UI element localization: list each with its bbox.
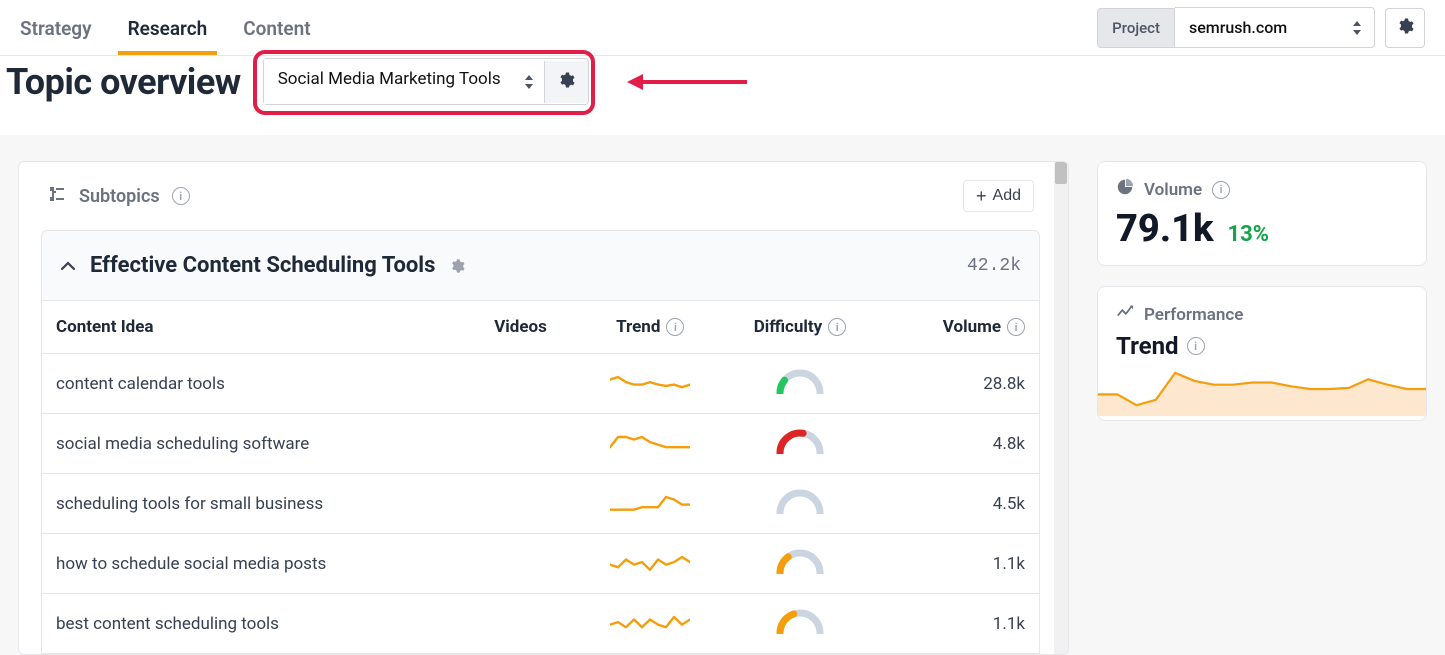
videos-cell [461, 414, 581, 474]
volume-cell: 1.1k [880, 534, 1040, 594]
volume-change: 13% [1228, 222, 1270, 247]
difficulty-cell [720, 534, 880, 594]
info-icon[interactable]: i [1187, 337, 1205, 355]
add-button-label: Add [993, 187, 1021, 205]
info-icon[interactable]: i [666, 318, 684, 336]
idea-cell: scheduling tools for small business [42, 474, 461, 534]
add-subtopic-button[interactable]: + Add [963, 180, 1034, 212]
table-row[interactable]: content calendar tools 28.8k [42, 354, 1040, 414]
plus-icon: + [976, 187, 987, 205]
info-icon[interactable]: i [1212, 181, 1230, 199]
volume-value: 79.1k [1116, 207, 1214, 251]
videos-cell [461, 534, 581, 594]
subtopic-group-title: Effective Content Scheduling Tools [90, 253, 435, 278]
col-trend[interactable]: Trendi [580, 301, 720, 354]
performance-trend-chart [1098, 362, 1426, 416]
difficulty-cell [720, 474, 880, 534]
table-row[interactable]: scheduling tools for small business 4.5k [42, 474, 1040, 534]
annotation-arrow-icon [627, 72, 747, 92]
difficulty-cell [720, 414, 880, 474]
top-tabs: Strategy Research Content [20, 1, 1097, 54]
idea-cell: social media scheduling software [42, 414, 461, 474]
performance-card: Performance Trend i [1097, 286, 1427, 421]
idea-cell: how to schedule social media posts [42, 534, 461, 594]
table-row[interactable]: social media scheduling software 4.8k [42, 414, 1040, 474]
topic-select[interactable]: Social Media Marketing Tools [264, 59, 544, 104]
volume-card: Volume i 79.1k 13% [1097, 161, 1427, 266]
table-row[interactable]: how to schedule social media posts 1.1k [42, 534, 1040, 594]
videos-cell [461, 354, 581, 414]
project-label: Project [1097, 8, 1175, 48]
tab-research[interactable]: Research [128, 1, 208, 54]
volume-cell: 28.8k [880, 354, 1040, 414]
videos-cell [461, 594, 581, 654]
col-videos[interactable]: Videos [461, 301, 581, 354]
tab-content[interactable]: Content [243, 1, 310, 54]
subtopics-icon [47, 184, 67, 209]
project-select[interactable]: semrush.com [1175, 7, 1375, 48]
volume-cell: 4.8k [880, 414, 1040, 474]
subtopic-group-settings-button[interactable] [449, 258, 465, 274]
subtopics-heading: Subtopics [79, 186, 160, 207]
project-select-value: semrush.com [1189, 18, 1287, 37]
sort-caret-icon [524, 75, 534, 89]
volume-cell: 1.1k [880, 594, 1040, 654]
subtopic-group-header[interactable]: Effective Content Scheduling Tools 42.2k [41, 230, 1040, 301]
difficulty-cell [720, 594, 880, 654]
scrollbar[interactable] [1054, 162, 1068, 654]
performance-trend-label: Trend [1116, 332, 1179, 360]
trend-cell [580, 354, 720, 414]
idea-cell: content calendar tools [42, 354, 461, 414]
col-content-idea[interactable]: Content Idea [42, 301, 461, 354]
subtopic-group-volume: 42.2k [967, 256, 1021, 276]
trend-cell [580, 414, 720, 474]
volume-label: Volume [1144, 180, 1202, 200]
volume-cell: 4.5k [880, 474, 1040, 534]
page-title: Topic overview [6, 61, 241, 103]
ideas-table: Content Idea Videos Trendi Difficultyi V… [41, 301, 1040, 654]
topic-select-value: Social Media Marketing Tools [278, 69, 501, 89]
col-volume[interactable]: Volumei [880, 301, 1040, 354]
gear-icon [1396, 17, 1414, 39]
info-icon[interactable]: i [1007, 318, 1025, 336]
sort-caret-icon [1352, 21, 1362, 35]
performance-label: Performance [1144, 305, 1243, 325]
pie-icon [1116, 178, 1134, 201]
info-icon[interactable]: i [172, 187, 190, 205]
subtopics-panel: Subtopics i + Add Effective Content Sche… [18, 161, 1069, 655]
table-row[interactable]: best content scheduling tools 1.1k [42, 594, 1040, 654]
col-difficulty[interactable]: Difficultyi [720, 301, 880, 354]
trend-cell [580, 534, 720, 594]
info-icon[interactable]: i [828, 318, 846, 336]
chevron-up-icon[interactable] [60, 258, 76, 274]
idea-cell: best content scheduling tools [42, 594, 461, 654]
difficulty-cell [720, 354, 880, 414]
topic-settings-button[interactable] [544, 61, 588, 103]
trend-cell [580, 594, 720, 654]
tab-strategy[interactable]: Strategy [20, 1, 92, 54]
trend-cell [580, 474, 720, 534]
trend-up-icon [1116, 303, 1134, 326]
videos-cell [461, 474, 581, 534]
gear-icon [557, 71, 575, 93]
project-settings-button[interactable] [1385, 8, 1425, 48]
